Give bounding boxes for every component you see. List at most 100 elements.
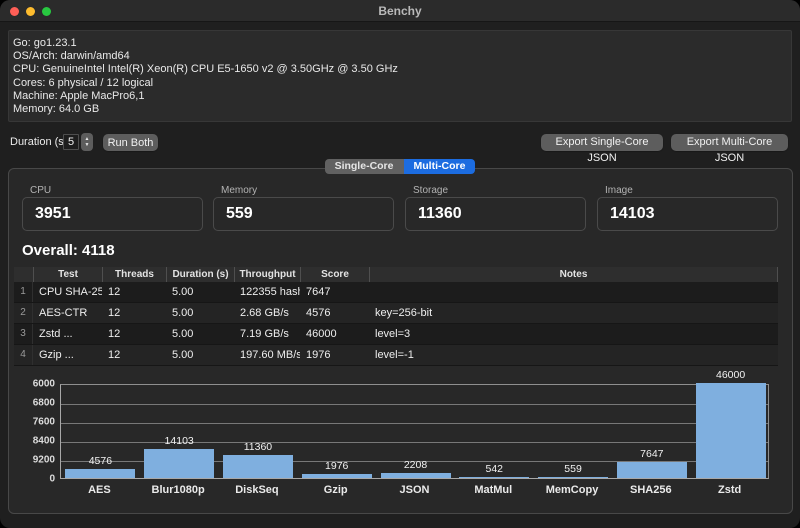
table-cell: 5.00 [166, 282, 234, 302]
system-info-line: Machine: Apple MacPro6,1 [13, 90, 787, 103]
y-tick-label: 8400 [33, 436, 55, 447]
export-single-core-button[interactable]: Export Single-Core JSON [541, 134, 663, 151]
column-header: Test [33, 267, 102, 282]
table-cell: 12 [102, 345, 166, 365]
stepper-down-icon[interactable]: ▼ [85, 142, 90, 148]
table-row[interactable]: 2AES-CTR125.002.68 GB/s4576key=256-bit [14, 303, 778, 324]
system-info-line: Go: go1.23.1 [13, 37, 787, 50]
table-cell: level=3 [369, 324, 778, 344]
export-multi-core-button[interactable]: Export Multi-Core JSON [671, 134, 788, 151]
window-title: Benchy [0, 0, 800, 22]
column-header: Throughput [234, 267, 300, 282]
title-bar: Benchy [0, 0, 800, 22]
stat-card-value: 559 [226, 198, 253, 230]
table-cell: 4576 [300, 303, 369, 323]
chart-bar [617, 462, 687, 478]
x-category-label: AES [60, 484, 139, 496]
stat-card: 14103 [597, 197, 778, 231]
bar-value-label: 46000 [691, 369, 770, 381]
duration-input[interactable] [63, 134, 79, 150]
table-cell [369, 282, 778, 302]
bar-value-label: 1976 [297, 460, 376, 472]
bar-value-label: 559 [534, 463, 613, 475]
bar-value-label: 7647 [612, 448, 691, 460]
system-info-line: Cores: 6 physical / 12 logical [13, 77, 787, 90]
table-header: TestThreadsDuration (s)ThroughputScoreNo… [14, 267, 778, 282]
column-header: Threads [102, 267, 166, 282]
column-header: Score [300, 267, 369, 282]
table-cell: 12 [102, 282, 166, 302]
duration-label: Duration (s): [10, 136, 71, 148]
table-cell: 5.00 [166, 324, 234, 344]
x-category-label: MatMul [454, 484, 533, 496]
table-body: 1CPU SHA-256125.00122355 hash/s76472AES-… [14, 282, 778, 366]
y-tick-label: 0 [49, 474, 55, 485]
table-cell: 46000 [300, 324, 369, 344]
gridline [61, 404, 768, 405]
table-cell: 1976 [300, 345, 369, 365]
system-info-line: Memory: 64.0 GB [13, 103, 787, 116]
row-number: 2 [14, 303, 33, 323]
duration-stepper[interactable]: ▲ ▼ [81, 133, 93, 151]
app-window: Benchy Go: go1.23.1OS/Arch: darwin/amd64… [0, 0, 800, 528]
system-info-panel: Go: go1.23.1OS/Arch: darwin/amd64CPU: Ge… [8, 30, 792, 122]
chart-y-axis: 600068007600840092000 [0, 384, 55, 479]
column-header: Notes [369, 267, 777, 282]
chart-x-axis: AESBlur1080pDiskSeqGzipJSONMatMulMemCopy… [60, 484, 769, 497]
x-category-label: SHA256 [611, 484, 690, 496]
system-info-line: CPU: GenuineIntel Intel(R) Xeon(R) CPU E… [13, 63, 787, 76]
overall-score: Overall: 4118 [22, 242, 115, 259]
table-row[interactable]: 4Gzip ...125.00197.60 MB/s1976level=-1 [14, 345, 778, 366]
table-cell: 5.00 [166, 303, 234, 323]
y-tick-label: 9200 [33, 455, 55, 466]
y-tick-label: 6800 [33, 398, 55, 409]
table-cell: AES-CTR [33, 303, 102, 323]
y-tick-label: 6000 [33, 379, 55, 390]
row-number: 1 [14, 282, 33, 302]
stat-card: 3951 [22, 197, 203, 231]
y-tick-label: 7600 [33, 417, 55, 428]
table-cell: 2.68 GB/s [234, 303, 300, 323]
table-header-corner [14, 267, 33, 282]
tab-bar: Single-CoreMulti-Core [0, 159, 800, 174]
table-cell: 12 [102, 324, 166, 344]
results-table: TestThreadsDuration (s)ThroughputScoreNo… [14, 267, 778, 366]
stat-card-value: 14103 [610, 198, 655, 230]
stat-card: 559 [213, 197, 394, 231]
chart-bar [302, 474, 372, 478]
bar-value-label: 14103 [140, 435, 219, 447]
run-both-button[interactable]: Run Both [103, 134, 158, 151]
gridline [61, 423, 768, 424]
x-category-label: DiskSeq [218, 484, 297, 496]
x-category-label: JSON [375, 484, 454, 496]
tab-single-core[interactable]: Single-Core [325, 159, 404, 174]
table-row[interactable]: 1CPU SHA-256125.00122355 hash/s7647 [14, 282, 778, 303]
table-row[interactable]: 3Zstd ...125.007.19 GB/s46000level=3 [14, 324, 778, 345]
x-category-label: Gzip [296, 484, 375, 496]
chart-bar [144, 449, 214, 478]
x-category-label: Zstd [690, 484, 769, 496]
table-cell: 5.00 [166, 345, 234, 365]
tab-multi-core[interactable]: Multi-Core [404, 159, 476, 174]
chart-bar [459, 477, 529, 478]
table-cell: Zstd ... [33, 324, 102, 344]
row-number: 3 [14, 324, 33, 344]
chart-bar [381, 473, 451, 478]
table-cell: Gzip ... [33, 345, 102, 365]
chart-bar [65, 469, 135, 478]
table-cell: 122355 hash/s [234, 282, 300, 302]
chart-bar [696, 383, 766, 478]
table-cell: 197.60 MB/s [234, 345, 300, 365]
table-cell: 12 [102, 303, 166, 323]
bar-value-label: 4576 [61, 455, 140, 467]
column-header: Duration (s) [166, 267, 234, 282]
table-cell: 7.19 GB/s [234, 324, 300, 344]
bar-value-label: 2208 [376, 459, 455, 471]
stat-card-label: Image [605, 185, 633, 196]
x-category-label: Blur1080p [139, 484, 218, 496]
table-cell: key=256-bit [369, 303, 778, 323]
bar-value-label: 11360 [219, 441, 298, 453]
stat-card-label: Memory [221, 185, 257, 196]
x-category-label: MemCopy [533, 484, 612, 496]
bar-chart-plot: 4576141031136019762208542559764746000 [60, 384, 769, 479]
